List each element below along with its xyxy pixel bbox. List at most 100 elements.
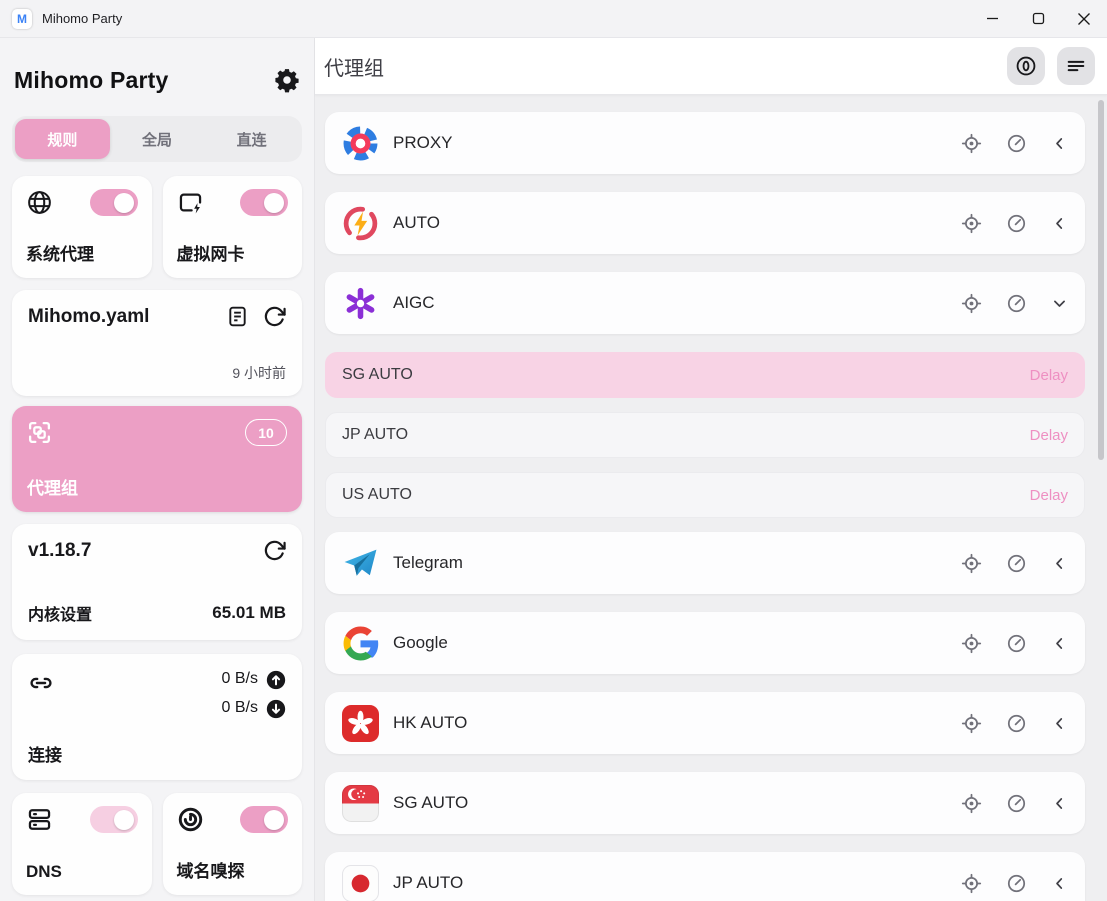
proxy-node-row[interactable]: JP AUTODelay xyxy=(325,412,1085,458)
tun-card[interactable]: 虚拟网卡 xyxy=(163,176,303,278)
maximize-button[interactable] xyxy=(1015,0,1061,37)
profile-document-icon[interactable] xyxy=(226,305,249,328)
sniffer-card[interactable]: 域名嗅探 xyxy=(163,793,303,895)
zero-circle-icon xyxy=(1015,55,1037,77)
proxy-node-row[interactable]: SG AUTO Delay xyxy=(325,352,1085,398)
chevron-left-icon[interactable] xyxy=(1051,875,1068,892)
chevron-left-icon[interactable] xyxy=(1051,135,1068,152)
chevron-left-icon[interactable] xyxy=(1051,635,1068,652)
core-settings-card[interactable]: v1.18.7 内核设置 65.01 MB xyxy=(12,524,302,640)
core-version: v1.18.7 xyxy=(28,540,91,562)
sort-lines-icon xyxy=(1065,55,1087,77)
proxy-group-row[interactable]: JP AUTO xyxy=(325,852,1085,901)
connections-card[interactable]: 0 B/s 0 B/s 连接 xyxy=(12,654,302,780)
close-button[interactable] xyxy=(1061,0,1107,37)
google-icon xyxy=(342,625,379,662)
sidebar-item-proxy-groups[interactable]: 10 代理组 xyxy=(12,406,302,512)
system-proxy-label: 系统代理 xyxy=(26,240,138,265)
locate-node-icon[interactable] xyxy=(961,793,982,814)
proxy-group-row[interactable]: HK AUTO xyxy=(325,692,1085,754)
tun-label: 虚拟网卡 xyxy=(177,240,289,265)
proxy-group-row[interactable]: AIGC xyxy=(325,272,1085,334)
profile-card[interactable]: Mihomo.yaml 9 小时前 xyxy=(12,290,302,396)
profile-name: Mihomo.yaml xyxy=(28,306,149,328)
virtual-nic-icon xyxy=(177,189,204,216)
group-name: JP AUTO xyxy=(393,873,463,893)
chevron-left-icon[interactable] xyxy=(1051,555,1068,572)
dns-label: DNS xyxy=(26,862,138,882)
tab-direct[interactable]: 直连 xyxy=(204,119,299,159)
chevron-down-icon[interactable] xyxy=(1051,295,1068,312)
sniffer-label: 域名嗅探 xyxy=(177,857,289,882)
download-speed: 0 B/s xyxy=(222,699,258,717)
globe-icon xyxy=(26,189,53,216)
system-proxy-card[interactable]: 系统代理 xyxy=(12,176,152,278)
locate-node-icon[interactable] xyxy=(961,713,982,734)
telegram-icon xyxy=(342,545,379,582)
upload-speed: 0 B/s xyxy=(222,670,258,688)
delay-test-icon[interactable] xyxy=(1006,633,1027,654)
proxy-group-scan-icon xyxy=(27,420,52,445)
maximize-icon xyxy=(1032,12,1045,25)
sort-groups-button[interactable] xyxy=(1057,47,1095,85)
connections-label: 连接 xyxy=(28,741,286,766)
proxy-group-row[interactable]: Google xyxy=(325,612,1085,674)
delay-test-icon[interactable] xyxy=(1006,133,1027,154)
minimize-icon xyxy=(986,12,999,25)
group-actions xyxy=(961,553,1068,574)
delay-test-icon[interactable] xyxy=(1006,213,1027,234)
hide-delay-button[interactable] xyxy=(1007,47,1045,85)
group-actions xyxy=(961,293,1068,314)
scrollbar-thumb[interactable] xyxy=(1098,100,1104,460)
locate-node-icon[interactable] xyxy=(961,213,982,234)
locate-node-icon[interactable] xyxy=(961,293,982,314)
group-actions xyxy=(961,133,1068,154)
locate-node-icon[interactable] xyxy=(961,633,982,654)
group-name: HK AUTO xyxy=(393,713,467,733)
node-name: JP AUTO xyxy=(342,426,408,444)
group-name: Telegram xyxy=(393,553,463,573)
profile-refresh-icon[interactable] xyxy=(263,305,286,328)
proxy-node-row[interactable]: US AUTODelay xyxy=(325,472,1085,518)
auto-bolt-icon xyxy=(342,205,379,242)
window-controls xyxy=(969,0,1107,37)
chevron-left-icon[interactable] xyxy=(1051,795,1068,812)
settings-gear-icon[interactable] xyxy=(274,67,300,93)
dns-toggle[interactable] xyxy=(90,806,138,833)
tun-toggle[interactable] xyxy=(240,189,288,216)
core-restart-icon[interactable] xyxy=(263,539,286,562)
proxy-group-row[interactable]: SG AUTO xyxy=(325,772,1085,834)
sidebar-app-title: Mihomo Party xyxy=(14,67,168,94)
delay-test-icon[interactable] xyxy=(1006,873,1027,894)
delay-test-icon[interactable] xyxy=(1006,713,1027,734)
proxy-group-row[interactable]: Telegram xyxy=(325,532,1085,594)
group-name: AUTO xyxy=(393,213,440,233)
node-name: SG AUTO xyxy=(342,366,413,384)
dns-card[interactable]: DNS xyxy=(12,793,152,895)
tab-global[interactable]: 全局 xyxy=(110,119,205,159)
locate-node-icon[interactable] xyxy=(961,553,982,574)
chevron-left-icon[interactable] xyxy=(1051,715,1068,732)
app-logo-icon: M xyxy=(12,9,32,29)
delay-test-icon[interactable] xyxy=(1006,293,1027,314)
group-name: Google xyxy=(393,633,448,653)
system-proxy-toggle[interactable] xyxy=(90,189,138,216)
profile-updated-time: 9 小时前 xyxy=(28,363,286,383)
minimize-button[interactable] xyxy=(969,0,1015,37)
chevron-left-icon[interactable] xyxy=(1051,215,1068,232)
page-title: 代理组 xyxy=(324,52,384,81)
proxy-group-row[interactable]: AUTO xyxy=(325,192,1085,254)
group-actions xyxy=(961,633,1068,654)
sniffer-toggle[interactable] xyxy=(240,806,288,833)
node-delay: Delay xyxy=(1030,367,1068,384)
locate-node-icon[interactable] xyxy=(961,873,982,894)
dns-server-icon xyxy=(26,806,53,833)
delay-test-icon[interactable] xyxy=(1006,793,1027,814)
openai-icon xyxy=(342,285,379,322)
tab-rule[interactable]: 规则 xyxy=(15,119,110,159)
locate-node-icon[interactable] xyxy=(961,133,982,154)
titlebar: M Mihomo Party xyxy=(0,0,1107,38)
upload-arrow-icon xyxy=(266,670,286,690)
proxy-group-row[interactable]: PROXY xyxy=(325,112,1085,174)
delay-test-icon[interactable] xyxy=(1006,553,1027,574)
